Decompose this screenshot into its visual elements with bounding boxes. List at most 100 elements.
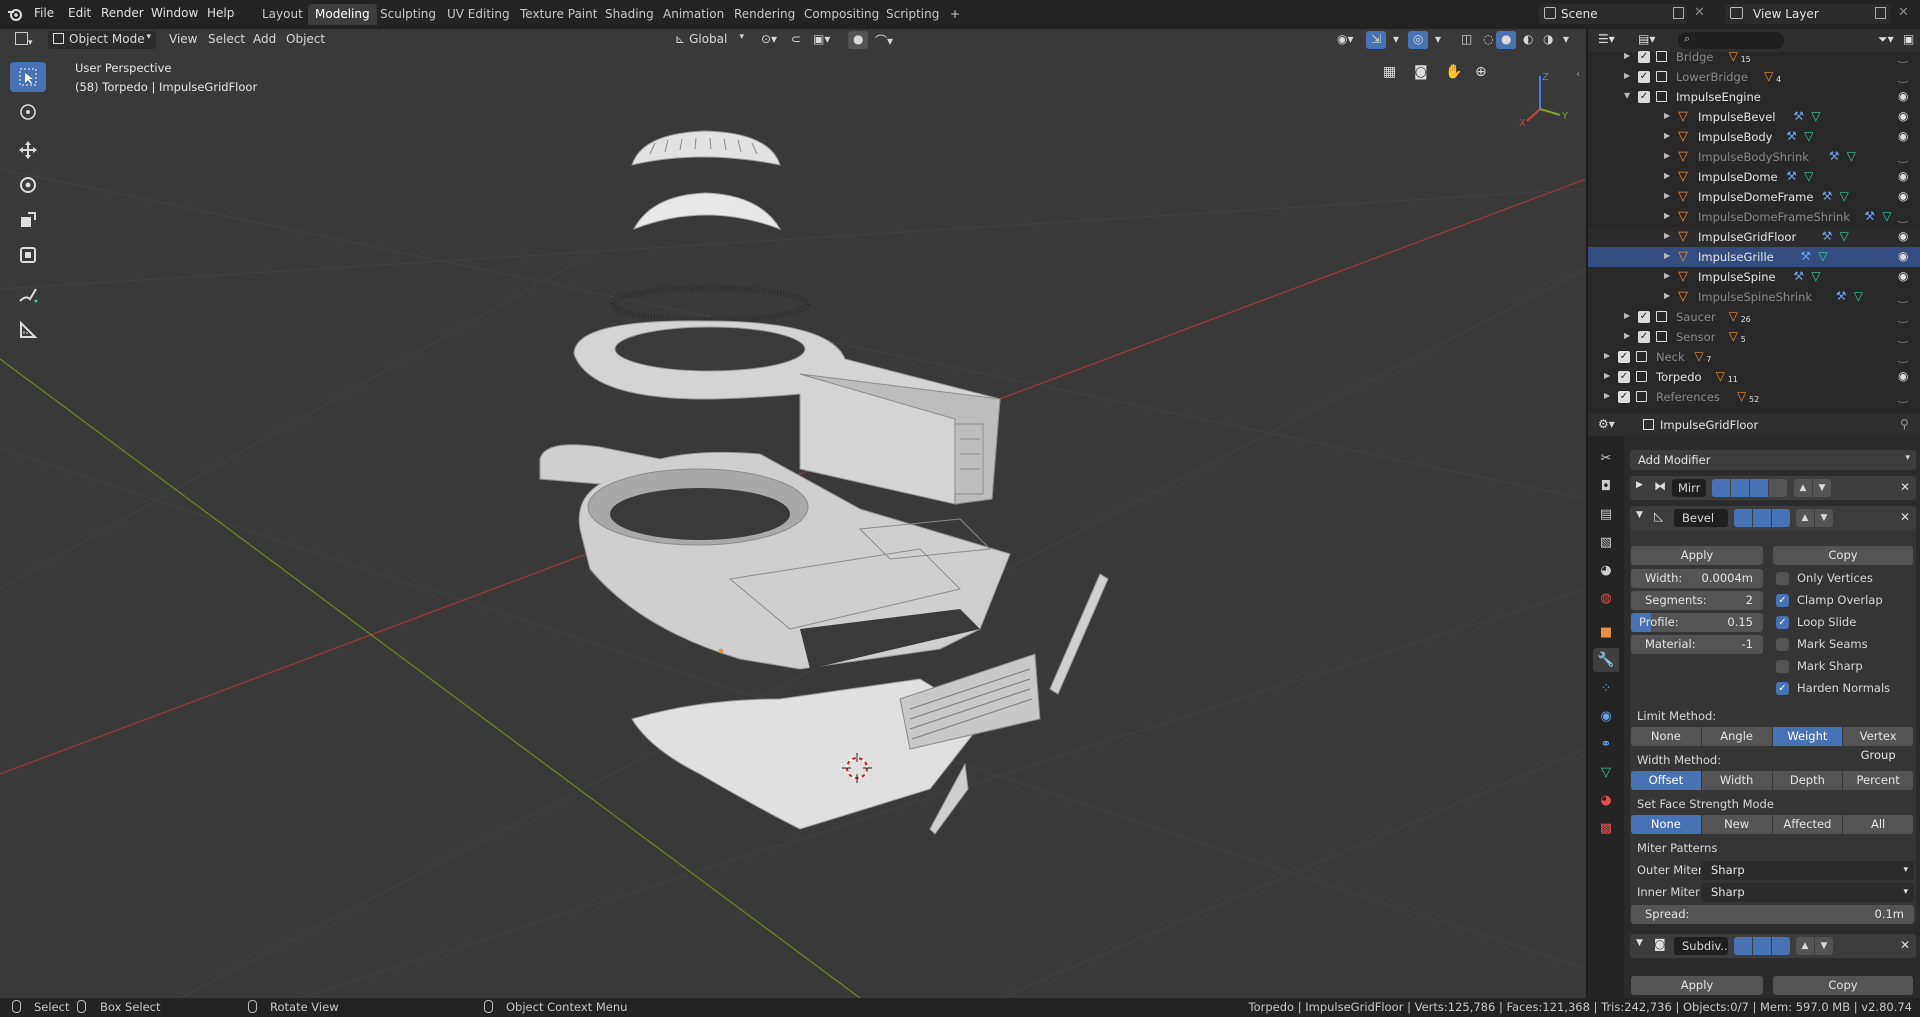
- tab-scene[interactable]: ◕: [1593, 558, 1619, 582]
- exclude-checkbox[interactable]: ✓: [1638, 51, 1650, 63]
- checkbox-label[interactable]: Loop Slide: [1797, 615, 1856, 629]
- scale-tool[interactable]: [10, 205, 46, 235]
- hidden-eye-icon[interactable]: ‿: [1898, 349, 1908, 363]
- blender-logo-icon[interactable]: [6, 5, 24, 23]
- expand-arrow-icon[interactable]: ▶: [1664, 171, 1670, 180]
- expand-arrow-icon[interactable]: ▶: [1624, 311, 1630, 320]
- outliner-row[interactable]: ▶ ✓ LowerBridge ▽ 4 ‿: [1588, 67, 1920, 87]
- subdiv-apply-button[interactable]: Apply: [1631, 976, 1763, 995]
- visibility-eye-icon[interactable]: ◉: [1898, 129, 1908, 143]
- transform-tool[interactable]: [10, 240, 46, 270]
- expand-arrow-icon[interactable]: ▶: [1664, 231, 1670, 240]
- width-method-width-button[interactable]: Width: [1701, 771, 1772, 790]
- checkbox-label[interactable]: Harden Normals: [1797, 681, 1890, 695]
- tab-world[interactable]: ◍: [1593, 586, 1619, 610]
- navigation-gizmo[interactable]: Z X Y: [1505, 64, 1575, 134]
- pan-hand-icon[interactable]: ✋: [1445, 64, 1462, 80]
- bevel-editmode-toggle[interactable]: [1734, 509, 1752, 527]
- menu-help[interactable]: Help: [207, 6, 234, 20]
- toggle-camera-view-icon[interactable]: ▦: [1383, 64, 1396, 80]
- tab-object-data[interactable]: ▽: [1593, 760, 1619, 784]
- transform-orientation-selector[interactable]: ⊾ Global ▾: [670, 31, 748, 49]
- hidden-eye-icon[interactable]: ‿: [1898, 329, 1908, 343]
- filter-icon[interactable]: ⏷▾: [1878, 32, 1894, 47]
- mirror-editmode-toggle[interactable]: [1712, 479, 1730, 497]
- remove-modifier-icon[interactable]: ✕: [1900, 938, 1910, 952]
- hidden-eye-icon[interactable]: ‿: [1898, 309, 1908, 323]
- hidden-eye-icon[interactable]: ‿: [1898, 209, 1908, 223]
- outliner-row[interactable]: ▶ ✓ Neck ▽ 7 ‿: [1588, 347, 1920, 367]
- outliner-row[interactable]: ▶ ▽ ImpulseDomeFrame ⚒ ▽ ◉: [1588, 187, 1920, 207]
- view-layer-selector[interactable]: View Layer: [1725, 4, 1890, 24]
- face-strength-affected-button[interactable]: Affected: [1772, 815, 1843, 834]
- outliner-row[interactable]: ▶ ▽ ImpulseSpineShrink ⚒ ▽ ‿: [1588, 287, 1920, 307]
- face-strength-none-button[interactable]: None: [1631, 815, 1701, 834]
- subdiv-copy-button[interactable]: Copy: [1773, 976, 1913, 995]
- face-strength-all-button[interactable]: All: [1843, 815, 1913, 834]
- tab-modeling[interactable]: Modeling: [308, 4, 377, 25]
- expand-arrow-icon[interactable]: ▶: [1624, 71, 1630, 80]
- checkbox-label[interactable]: Only Vertices: [1797, 571, 1873, 585]
- remove-modifier-icon[interactable]: ✕: [1900, 510, 1910, 524]
- menu-window[interactable]: Window: [151, 6, 198, 20]
- delete-view-layer-icon[interactable]: ✕: [1898, 5, 1909, 20]
- tab-scripting[interactable]: Scripting: [879, 4, 946, 25]
- bevel-segments-field[interactable]: Segments: 2: [1631, 591, 1763, 610]
- remove-modifier-icon[interactable]: ✕: [1900, 480, 1910, 494]
- visibility-eye-icon[interactable]: ◉: [1898, 189, 1908, 203]
- inner-miter-dropdown[interactable]: Sharp ▾: [1701, 883, 1914, 902]
- display-mode-icon[interactable]: ▤▾: [1638, 32, 1655, 46]
- expand-arrow-icon[interactable]: ▶: [1636, 480, 1643, 490]
- bevel-viewport-toggle[interactable]: [1753, 509, 1771, 527]
- outliner-row[interactable]: ▶ ▽ ImpulseDome ⚒ ▽ ◉: [1588, 167, 1920, 187]
- gizmo-toggle-icon[interactable]: ⇲: [1366, 31, 1387, 49]
- bevel-apply-button[interactable]: Apply: [1631, 546, 1763, 565]
- mode-selector[interactable]: Object Mode ▾: [48, 31, 156, 49]
- visibility-eye-icon[interactable]: ◉: [1898, 249, 1908, 263]
- expand-arrow-icon[interactable]: ▶: [1664, 131, 1670, 140]
- visibility-eye-icon[interactable]: ◉: [1898, 269, 1908, 283]
- menu-edit[interactable]: Edit: [68, 6, 91, 20]
- tab-object[interactable]: ■: [1593, 620, 1619, 644]
- expand-arrow-icon[interactable]: ▶: [1624, 51, 1630, 60]
- exclude-checkbox[interactable]: ✓: [1638, 91, 1650, 103]
- limit-weight-button[interactable]: Weight: [1772, 727, 1843, 746]
- menu-add[interactable]: Add: [248, 31, 281, 49]
- collapse-arrow-icon[interactable]: ▼: [1636, 510, 1643, 520]
- subdiv-editmode-toggle[interactable]: [1734, 937, 1752, 955]
- expand-arrow-icon[interactable]: ▶: [1664, 251, 1670, 260]
- menu-view[interactable]: View: [164, 31, 202, 49]
- expand-arrow-icon[interactable]: ▶: [1664, 291, 1670, 300]
- tab-modifiers[interactable]: 🔧: [1593, 648, 1619, 672]
- tab-output[interactable]: ▤: [1593, 502, 1619, 526]
- tab-layout[interactable]: Layout: [255, 4, 310, 25]
- hidden-eye-icon[interactable]: ‿: [1898, 389, 1908, 403]
- spread-field[interactable]: Spread: 0.1m: [1631, 905, 1914, 924]
- outliner-row[interactable]: ▶ ✓ Torpedo ▽ 11 ◉: [1588, 367, 1920, 387]
- viewport-scene[interactable]: [0, 29, 1586, 998]
- outliner-row[interactable]: ▶ ▽ ImpulseDomeFrameShrink ⚒ ▽ ‿: [1588, 207, 1920, 227]
- outliner-row[interactable]: ▶ ✓ References ▽ 52 ‿: [1588, 387, 1920, 407]
- tab-particles[interactable]: ⁘: [1593, 676, 1619, 700]
- exclude-checkbox[interactable]: ✓: [1638, 71, 1650, 83]
- select-box-tool[interactable]: [10, 62, 46, 92]
- tab-material[interactable]: ◕: [1593, 788, 1619, 812]
- properties-editor-type-icon[interactable]: ⚙▾: [1598, 417, 1615, 431]
- hidden-eye-icon[interactable]: ‿: [1898, 69, 1908, 83]
- move-up-icon[interactable]: ▲: [1796, 937, 1814, 955]
- cursor-tool[interactable]: [10, 97, 46, 127]
- checkbox-label[interactable]: Mark Sharp: [1797, 659, 1863, 673]
- exclude-checkbox[interactable]: ✓: [1638, 311, 1650, 323]
- mirror-render-toggle[interactable]: [1750, 479, 1768, 497]
- menu-select[interactable]: Select: [203, 31, 250, 49]
- expand-arrow-icon[interactable]: ▶: [1664, 211, 1670, 220]
- xray-toggle-icon[interactable]: ◫: [1456, 31, 1477, 49]
- limit-angle-button[interactable]: Angle: [1701, 727, 1772, 746]
- outliner-row[interactable]: ▶ ▽ ImpulseBevel ⚒ ▽ ◉: [1588, 107, 1920, 127]
- limit-vertex-group-button[interactable]: Vertex Group: [1843, 727, 1913, 762]
- mirror-cage-toggle[interactable]: [1769, 479, 1787, 497]
- tab-uv-editing[interactable]: UV Editing: [440, 4, 517, 25]
- bevel-profile-slider[interactable]: Profile: 0.15: [1631, 613, 1763, 632]
- expand-arrow-icon[interactable]: ▶: [1664, 271, 1670, 280]
- 3d-viewport[interactable]: ▾ Object Mode ▾ View Select Add Object ⊾ G…: [0, 29, 1586, 998]
